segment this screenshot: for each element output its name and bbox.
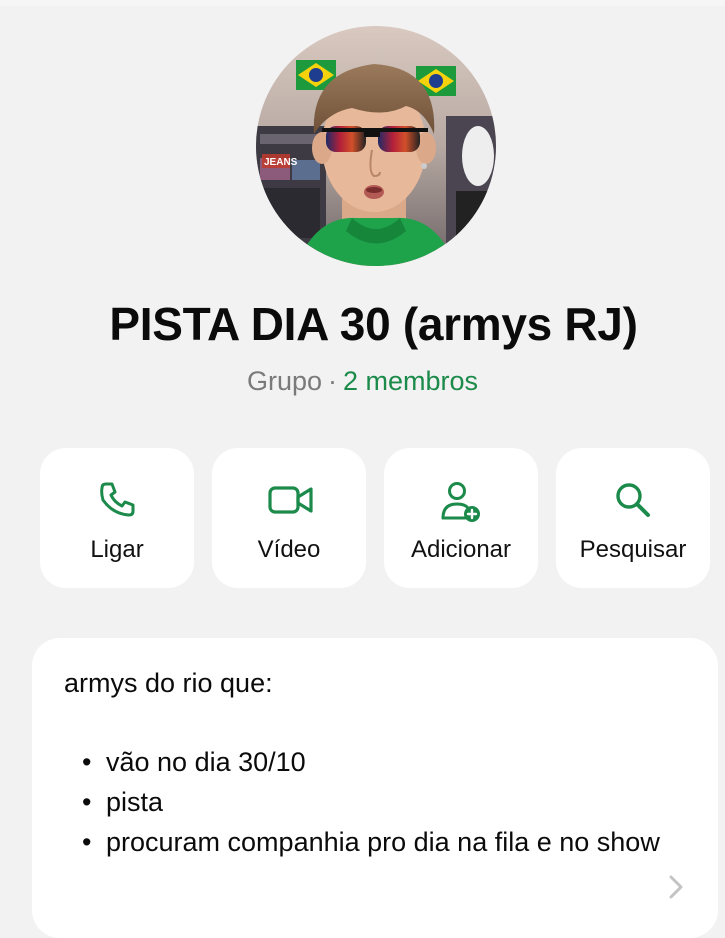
group-type-label: Grupo xyxy=(246,366,322,396)
video-label: Vídeo xyxy=(257,536,321,563)
group-subtitle: Grupo · 2 membros xyxy=(0,364,725,398)
group-title: PISTA DIA 30 (armys RJ) xyxy=(109,298,638,350)
group-avatar[interactable]: JEANS xyxy=(256,26,496,266)
phone-icon xyxy=(95,480,139,520)
description-list: vão no dia 30/10 pista procuram companhi… xyxy=(82,742,682,862)
description-item: vão no dia 30/10 xyxy=(82,742,682,782)
video-button[interactable]: Vídeo xyxy=(212,448,366,588)
search-label: Pesquisar xyxy=(579,536,687,563)
description-heading: armys do rio que: xyxy=(64,668,273,698)
top-strip xyxy=(0,0,725,6)
search-button[interactable]: Pesquisar xyxy=(556,448,710,588)
jeans-sign-text: JEANS xyxy=(264,157,298,168)
members-link[interactable]: 2 membros xyxy=(343,366,478,396)
video-camera-icon xyxy=(267,480,313,520)
group-description-card[interactable]: armys do rio que: vão no dia 30/10 pista… xyxy=(32,638,718,938)
add-participant-button[interactable]: Adicionar xyxy=(384,448,538,588)
subtitle-separator: · xyxy=(328,366,337,396)
chevron-right-icon xyxy=(666,872,686,902)
description-item: pista xyxy=(82,782,682,822)
call-label: Ligar xyxy=(90,536,144,563)
group-photo-image: JEANS xyxy=(256,26,496,266)
add-label: Adicionar xyxy=(410,536,512,563)
add-person-icon xyxy=(439,480,483,522)
search-icon xyxy=(611,480,655,520)
action-buttons: Ligar Vídeo Adicionar Pesquisar xyxy=(40,448,710,588)
description-item: procuram companhia pro dia na fila e no … xyxy=(82,822,682,862)
call-button[interactable]: Ligar xyxy=(40,448,194,588)
